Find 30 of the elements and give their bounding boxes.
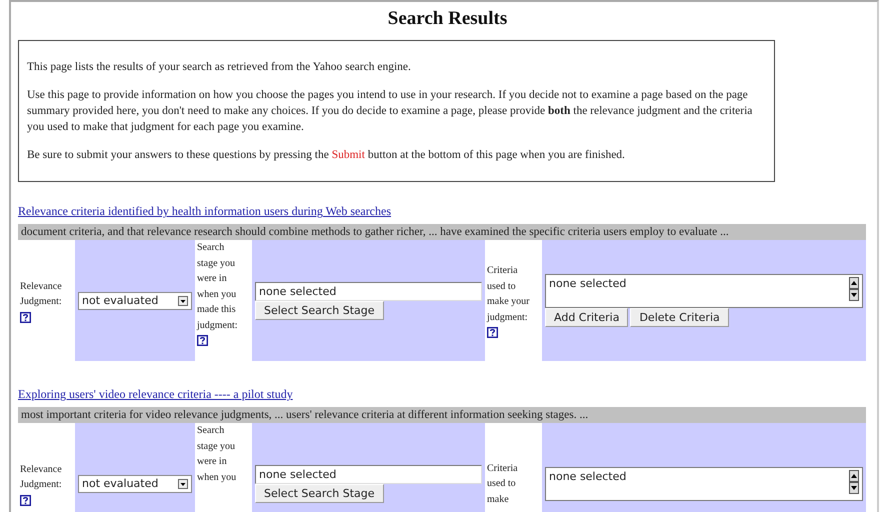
judgment-select[interactable]: not evaluated [78,292,192,310]
field-label: Search stage you were in when you made this judgment: [197,241,239,333]
field-label: Relevance Judgment: [20,462,63,492]
criteria-list[interactable]: none selected [545,466,863,501]
page-title: Search Results [386,8,508,30]
judgment-select[interactable]: not evaluated [78,474,192,493]
scroll-arrows-icon[interactable] [849,277,859,302]
criteria-button[interactable]: Delete Criteria [630,308,729,328]
help-icon[interactable] [20,312,31,323]
help-icon[interactable] [20,494,31,506]
result-snippet: document criteria, and that relevance research should combine methods to gather richer, ... have examined the specific criteria users employ to evaluate ... [18,224,866,240]
result-link[interactable]: Relevance criteria identified by health information users during Web searches [18,204,392,220]
select-stage-button[interactable]: Select Search Stage [255,484,384,503]
result-link[interactable]: Exploring users' video relevance criteria ---- a pilot study [18,387,293,402]
result-snippet: most important criteria for video relevance judgments, ... users' relevance criteria at different information seeking stages. ... [18,407,866,424]
help-icon[interactable] [487,327,498,338]
field-label: Criteria used to make your judgment: [487,264,530,325]
criteria-button[interactable]: Add Criteria [545,308,628,328]
instruction-text: This page lists the results of your search as retrieved from the Yahoo search engine. [27,60,412,75]
instruction-text: Use this page to provide information on how you choose the pages you intend to use in your research. If you decide not to examine a page based on the page summary provided here, you don't need to make any choices. If you do decide to examine a page, please provide both the relevance judgment and the criteria you used to make that judgment for each page you examine. [27,88,754,136]
field-label: Criteria used to make [487,462,519,507]
instruction-text: Be sure to submit your answers to these questions by pressing the Submit button at the bottom of this page when you are finished. [27,148,626,164]
stage-field[interactable]: none selected [255,464,482,484]
scroll-arrows-icon[interactable] [849,470,859,494]
criteria-list[interactable]: none selected [545,274,863,308]
help-icon[interactable] [197,335,208,346]
stage-field[interactable]: none selected [255,282,482,301]
select-stage-button[interactable]: Select Search Stage [255,300,384,320]
field-label: Search stage you were in when you [197,424,238,485]
field-label: Relevance Judgment: [20,280,63,310]
